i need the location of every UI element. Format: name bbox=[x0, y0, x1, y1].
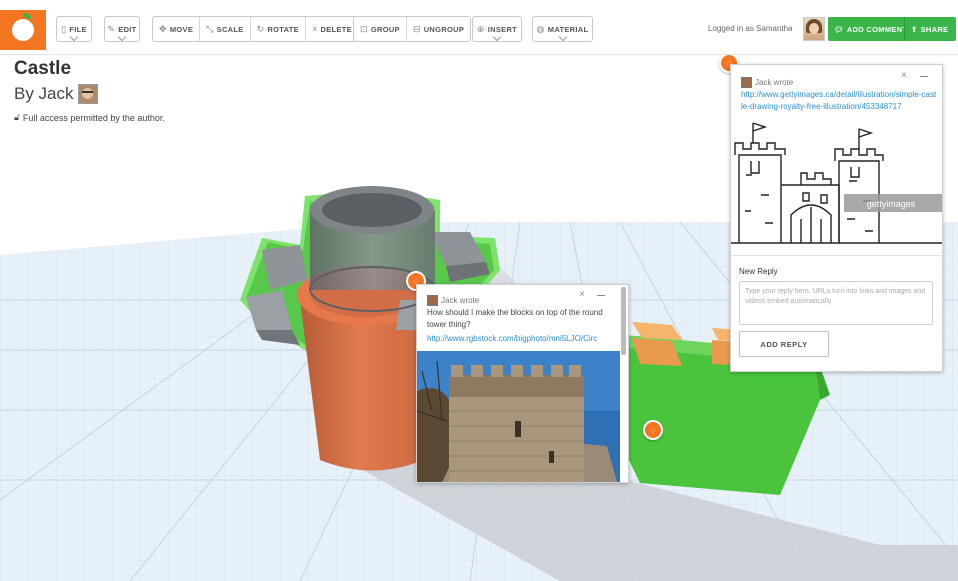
share-button[interactable]: ⇪ SHARE bbox=[904, 17, 956, 41]
share-icon: ⇪ bbox=[911, 24, 918, 34]
byline-text: By Jack bbox=[14, 84, 74, 103]
move-icon: ✥ bbox=[159, 23, 167, 34]
chevron-down-icon bbox=[69, 32, 79, 42]
add-comment-button[interactable]: 💬︎ ADD COMMENT bbox=[828, 17, 914, 41]
reply-textarea[interactable]: Type your reply here. URLs turn into lin… bbox=[739, 281, 933, 325]
comment-author: Jack wrote bbox=[741, 77, 793, 88]
scale-button[interactable]: ⤡ SCALE bbox=[200, 17, 251, 41]
insert-icon: ⊕ bbox=[476, 23, 485, 34]
insert-menu-button[interactable]: ⊕ INSERT bbox=[472, 16, 522, 42]
material-menu-button[interactable]: ◍ MATERIAL bbox=[532, 16, 593, 42]
author-avatar bbox=[741, 77, 752, 88]
file-icon: ▯ bbox=[61, 23, 67, 34]
delete-label: DELETE bbox=[320, 24, 352, 34]
close-icon[interactable]: × bbox=[579, 289, 585, 300]
close-icon: × bbox=[311, 24, 318, 34]
comment-popup: Jack wrote × How should I make the block… bbox=[416, 284, 629, 483]
comment-marker[interactable]: ◌ bbox=[643, 420, 663, 440]
model-byline: By Jack bbox=[14, 84, 98, 104]
access-text: Full access permitted by the author. bbox=[22, 112, 165, 123]
transform-tools: ✥ MOVE ⤡ SCALE ↻ ROTATE × DELETE bbox=[152, 16, 359, 42]
watermark-text: gettyimages bbox=[867, 199, 916, 209]
share-label: SHARE bbox=[920, 24, 949, 34]
author-label: Jack wrote bbox=[755, 78, 794, 87]
tower-photo bbox=[417, 351, 620, 482]
author-avatar bbox=[427, 295, 438, 306]
delete-button[interactable]: × DELETE bbox=[306, 17, 358, 41]
move-label: MOVE bbox=[169, 24, 194, 34]
chevron-down-icon bbox=[558, 32, 567, 42]
app-logo[interactable] bbox=[0, 10, 46, 50]
scale-icon: ⤡ bbox=[206, 23, 214, 34]
rotate-label: ROTATE bbox=[267, 24, 299, 34]
comment-text: How should I make the blocks on top of t… bbox=[427, 308, 603, 329]
material-label: MATERIAL bbox=[547, 24, 589, 34]
close-icon[interactable]: × bbox=[901, 70, 907, 81]
access-note: 🔓︎ Full access permitted by the author. bbox=[14, 112, 165, 123]
comment-icon: ◌ bbox=[650, 425, 656, 435]
group-icon: ⊡ bbox=[360, 23, 368, 34]
logo-icon bbox=[12, 13, 34, 41]
user-avatar[interactable] bbox=[803, 17, 825, 41]
scrollbar[interactable] bbox=[621, 287, 626, 355]
comment-link[interactable]: http://www.gettyimages.ca/detail/illustr… bbox=[741, 89, 937, 113]
group-tools: ⊡ GROUP ⊟ UNGROUP bbox=[353, 16, 472, 42]
edit-menu-button[interactable]: ✎ EDIT bbox=[104, 16, 140, 42]
chevron-down-icon bbox=[492, 32, 502, 42]
chevron-down-icon bbox=[117, 32, 127, 42]
rotate-icon: ↻ bbox=[256, 23, 265, 34]
file-label: FILE bbox=[69, 24, 87, 34]
top-toolbar: ▯ FILE ✎ EDIT ✥ MOVE ⤡ SCALE ↻ ROTATE × DELE… bbox=[0, 0, 958, 55]
group-button[interactable]: ⊡ GROUP bbox=[354, 17, 407, 41]
scale-label: SCALE bbox=[216, 24, 244, 34]
minimize-icon[interactable] bbox=[597, 295, 605, 296]
author-label: Jack wrote bbox=[441, 296, 480, 305]
insert-label: INSERT bbox=[487, 24, 518, 34]
material-icon: ◍ bbox=[536, 23, 545, 34]
file-menu-button[interactable]: ▯ FILE bbox=[56, 16, 92, 42]
divider bbox=[731, 255, 942, 256]
comment-thread-panel: Jack wrote × http://www.gettyimages.ca/d… bbox=[730, 64, 943, 372]
ungroup-button[interactable]: ⊟ UNGROUP bbox=[407, 17, 470, 41]
author-avatar[interactable] bbox=[77, 84, 98, 104]
castle-drawing: gettyimages bbox=[731, 115, 942, 245]
logged-in-text: Logged in as Samantha bbox=[708, 24, 793, 33]
add-reply-button[interactable]: ADD REPLY bbox=[739, 331, 829, 357]
rotate-button[interactable]: ↻ ROTATE bbox=[251, 17, 306, 41]
minimize-icon[interactable] bbox=[920, 76, 928, 77]
add-comment-label: ADD COMMENT bbox=[846, 24, 908, 34]
move-button[interactable]: ✥ MOVE bbox=[153, 17, 201, 41]
model-title: Castle bbox=[14, 58, 72, 79]
ungroup-label: UNGROUP bbox=[423, 24, 465, 34]
comment-author: Jack wrote bbox=[427, 295, 479, 306]
group-label: GROUP bbox=[370, 24, 400, 34]
comment-icon: 💬︎ bbox=[834, 24, 844, 34]
ungroup-icon: ⊟ bbox=[412, 23, 421, 34]
unlock-icon: 🔓︎ bbox=[14, 112, 20, 122]
pencil-icon: ✎ bbox=[107, 23, 116, 34]
new-reply-label: New Reply bbox=[739, 267, 778, 276]
comment-link[interactable]: http://www.rgbstock.com/bigphoto/mni5LJO… bbox=[427, 334, 620, 343]
